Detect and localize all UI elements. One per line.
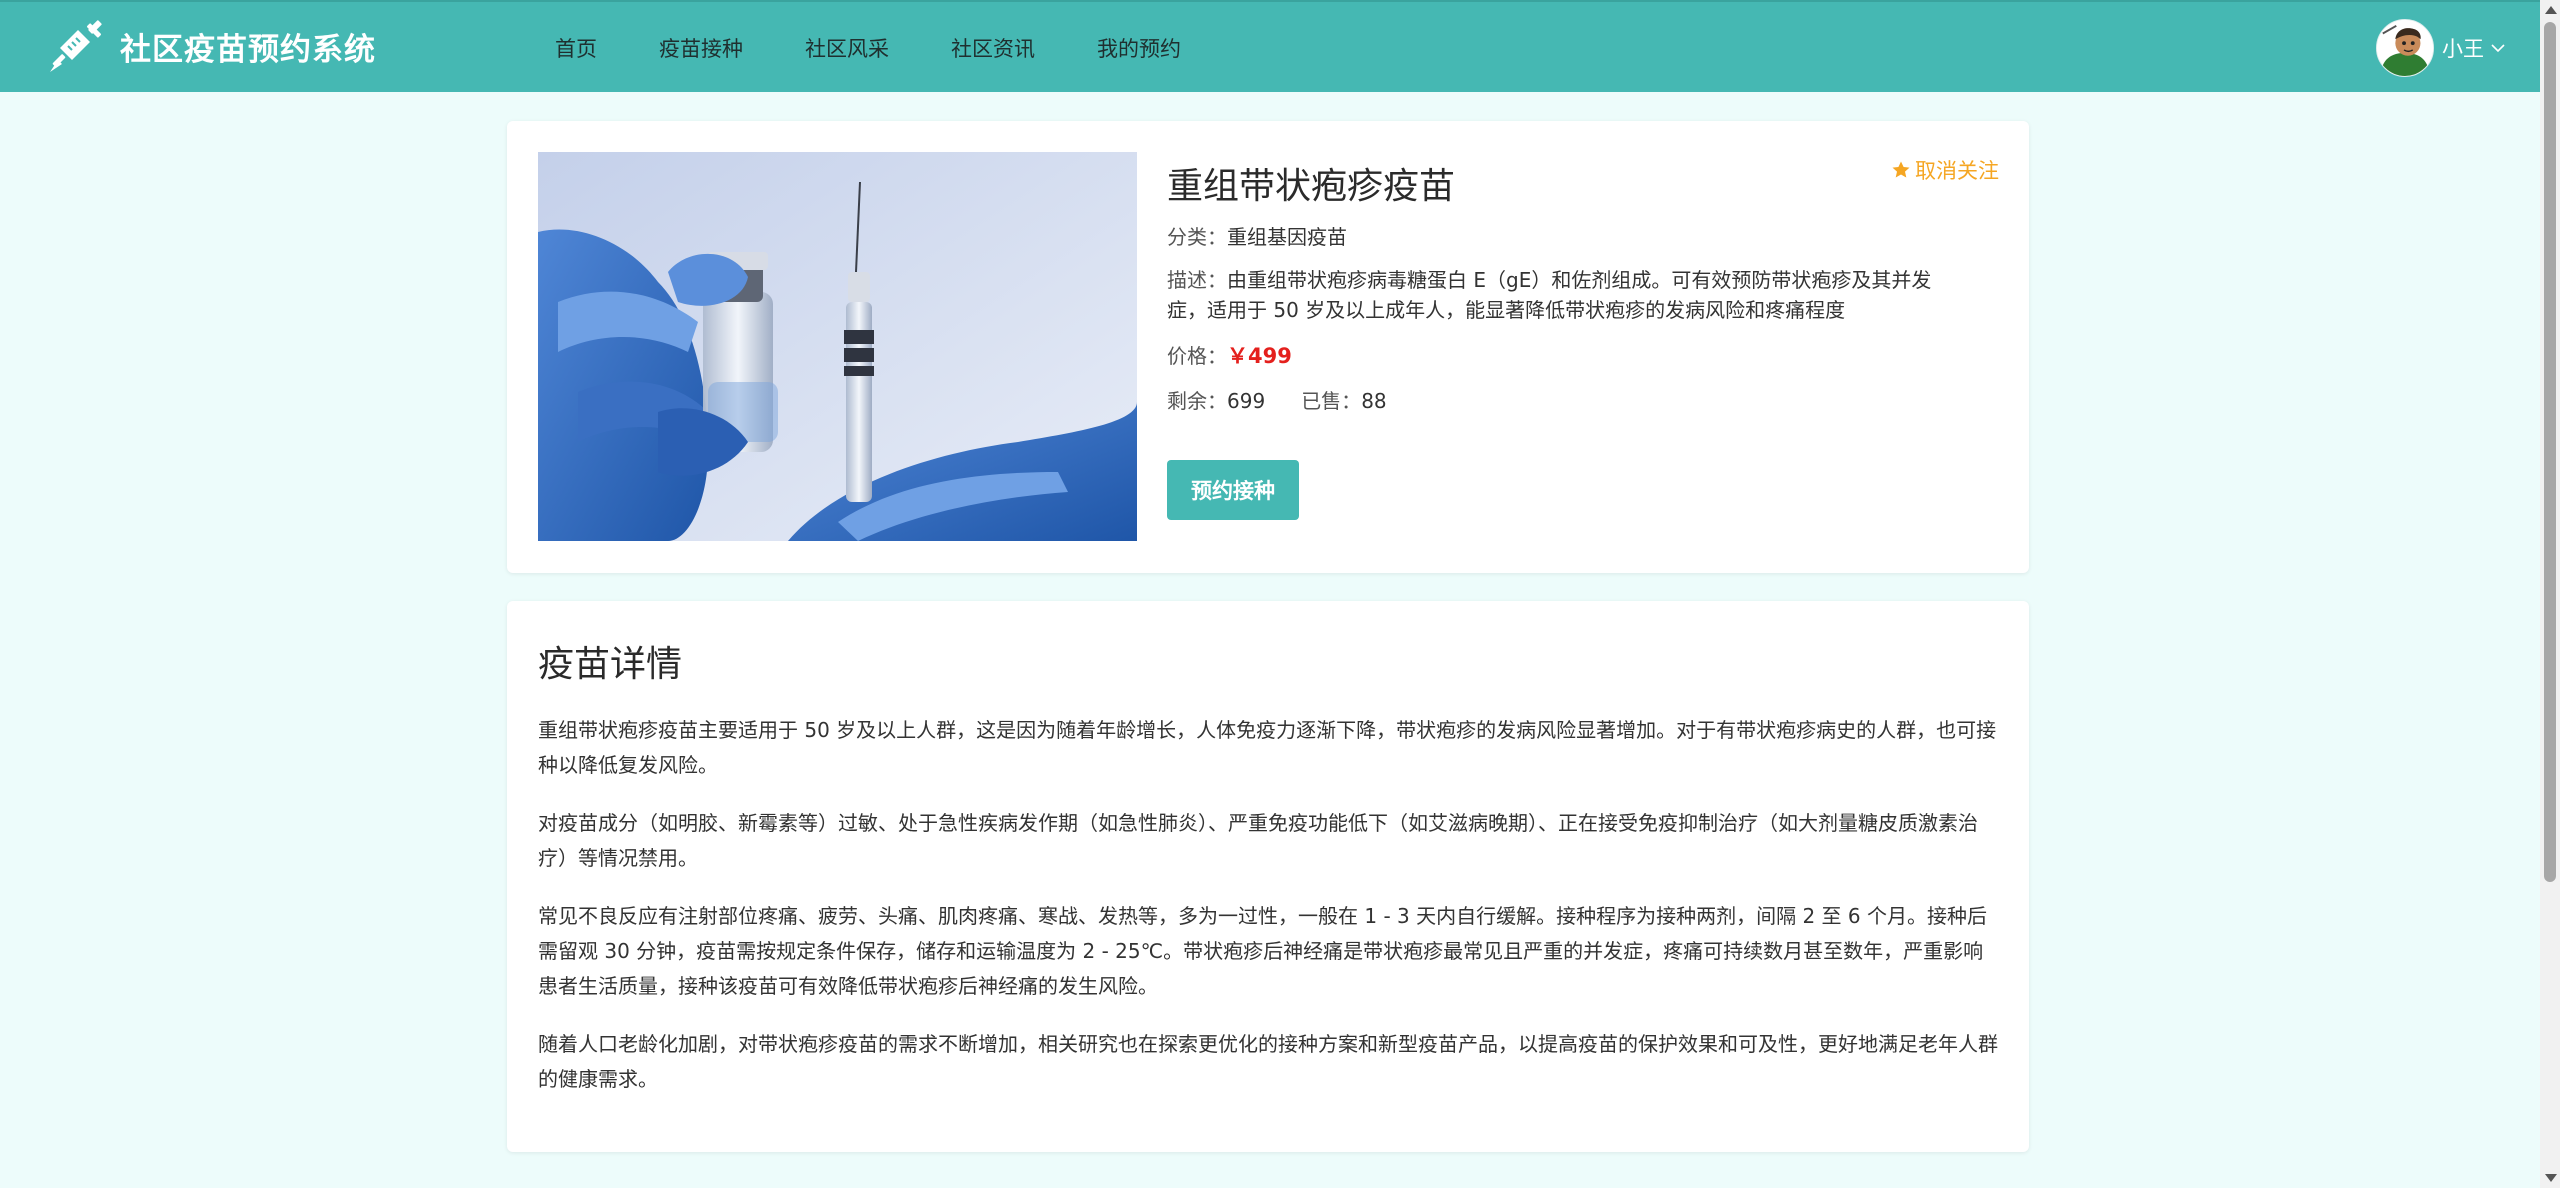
vaccine-name: 重组带状疱疹疫苗 [1167,166,1456,207]
scroll-up-arrow[interactable] [2545,6,2557,14]
vaccine-info-card: 重组带状疱疹疫苗 取消关注 分类：重组基因疫苗 描述：由重组带状疱疹病毒糖蛋白 … [507,121,2029,573]
stock-value: 699 [1227,389,1266,413]
detail-paragraph: 常见不良反应有注射部位疼痛、疲劳、头痛、肌肉疼痛、寒战、发热等，多为一过性，一般… [538,904,1987,998]
syringe-icon [50,20,102,72]
stock-row: 剩余：699 已售：88 [1167,385,1387,414]
brand-title: 社区疫苗预约系统 [120,31,376,68]
top-navbar: 社区疫苗预约系统 首页 疫苗接种 社区风采 社区资讯 我的预约 小王 [0,0,2540,92]
detail-paragraph: 重组带状疱疹疫苗主要适用于 50 岁及以上人群，这是因为随着年龄增长，人体免疫力… [538,718,1997,777]
price-label: 价格： [1167,344,1227,368]
chevron-down-icon[interactable] [2490,40,2506,56]
detail-paragraph: 随着人口老龄化加剧，对带状疱疹疫苗的需求不断增加，相关研究也在探索更优化的接种方… [538,1032,1998,1091]
star-icon [1892,161,1910,178]
description-row: 描述：由重组带状疱疹病毒糖蛋白 E（gE）和佐剂组成。可有效预防带状疱疹及其并发… [1167,265,1967,325]
nav-home[interactable]: 首页 [555,33,597,63]
main-nav: 首页 疫苗接种 社区风采 社区资讯 我的预约 [555,2,1181,94]
detail-paragraph: 对疫苗成分（如明胶、新霉素等）过敏、处于急性疾病发作期（如急性肺炎）、严重免疫功… [538,811,1978,870]
stock-label: 剩余： [1167,389,1227,413]
price-value: ￥499 [1227,344,1292,368]
unfollow-button[interactable]: 取消关注 [1891,155,1999,185]
description-label: 描述： [1167,268,1227,292]
category-row: 分类：重组基因疫苗 [1167,221,1347,250]
logo[interactable]: 社区疫苗预约系统 [48,18,376,74]
user-menu[interactable]: 小王 [2376,18,2506,78]
price-row: 价格：￥499 [1167,340,1292,370]
page-scrollbar[interactable] [2540,0,2560,1188]
nav-community-news[interactable]: 社区资讯 [951,33,1035,63]
category-value: 重组基因疫苗 [1227,225,1347,249]
user-name[interactable]: 小王 [2442,33,2484,63]
nav-my-appointments[interactable]: 我的预约 [1097,33,1181,63]
detail-body: 重组带状疱疹疫苗主要适用于 50 岁及以上人群，这是因为随着年龄增长，人体免疫力… [538,713,2000,1120]
sold-value: 88 [1361,389,1387,413]
category-label: 分类： [1167,225,1227,249]
detail-title: 疫苗详情 [538,644,683,685]
user-avatar[interactable] [2376,19,2434,77]
scroll-down-arrow[interactable] [2545,1174,2557,1182]
nav-community-style[interactable]: 社区风采 [805,33,889,63]
vaccine-image [538,152,1137,541]
vaccine-detail-card: 疫苗详情 重组带状疱疹疫苗主要适用于 50 岁及以上人群，这是因为随着年龄增长，… [507,601,2029,1152]
description-value: 由重组带状疱疹病毒糖蛋白 E（gE）和佐剂组成。可有效预防带状疱疹及其并发症，适… [1167,268,1932,322]
sold-label: 已售： [1301,389,1362,413]
book-vaccination-button[interactable]: 预约接种 [1167,460,1299,520]
nav-vaccination[interactable]: 疫苗接种 [659,33,743,63]
unfollow-label: 取消关注 [1915,159,1999,183]
scroll-thumb[interactable] [2544,22,2556,882]
